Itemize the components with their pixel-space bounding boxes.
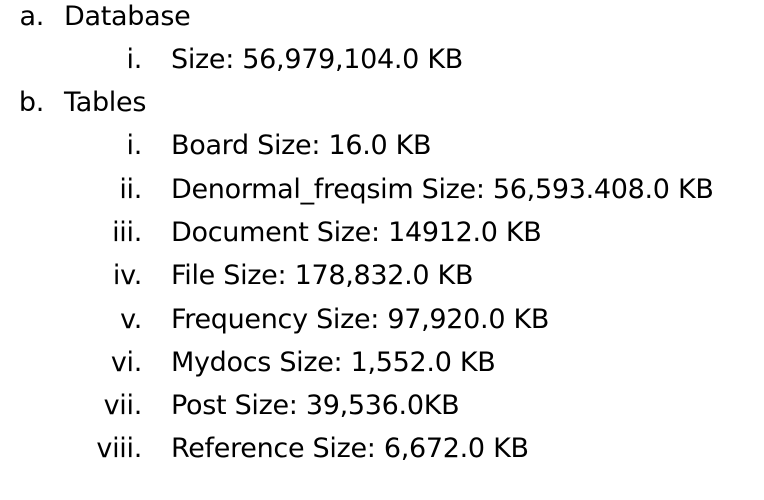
list-marker: i. (126, 130, 143, 161)
list-item-text: Mydocs Size: 1,552.0 KB (171, 347, 496, 378)
list-marker: i. (126, 44, 143, 75)
list-item-text: Denormal_freqsim Size: 56,593.408.0 KB (171, 174, 714, 205)
list-marker: v. (120, 304, 142, 335)
list-marker: vi. (110, 347, 142, 378)
list-marker: viii. (96, 433, 142, 464)
list-marker: iv. (112, 260, 142, 291)
list-marker: b. (18, 87, 44, 118)
list-item-text: Reference Size: 6,672.0 KB (171, 433, 529, 464)
list-item-text: Board Size: 16.0 KB (171, 130, 432, 161)
list-marker: vii. (103, 390, 143, 421)
list-marker: iii. (112, 217, 142, 248)
list-item-text: Size: 56,979,104.0 KB (171, 44, 463, 75)
document-outline: a. Database i. Size: 56,979,104.0 KB b. … (0, 0, 764, 500)
list-item-text: Post Size: 39,536.0KB (171, 390, 460, 421)
list-item-text: Document Size: 14912.0 KB (171, 217, 542, 248)
list-item-text: File Size: 178,832.0 KB (171, 260, 474, 291)
section-heading: Database (64, 1, 191, 32)
list-marker: a. (19, 1, 44, 32)
section-heading: Tables (64, 87, 147, 118)
list-marker: ii. (119, 174, 142, 205)
list-item-text: Frequency Size: 97,920.0 KB (171, 304, 550, 335)
